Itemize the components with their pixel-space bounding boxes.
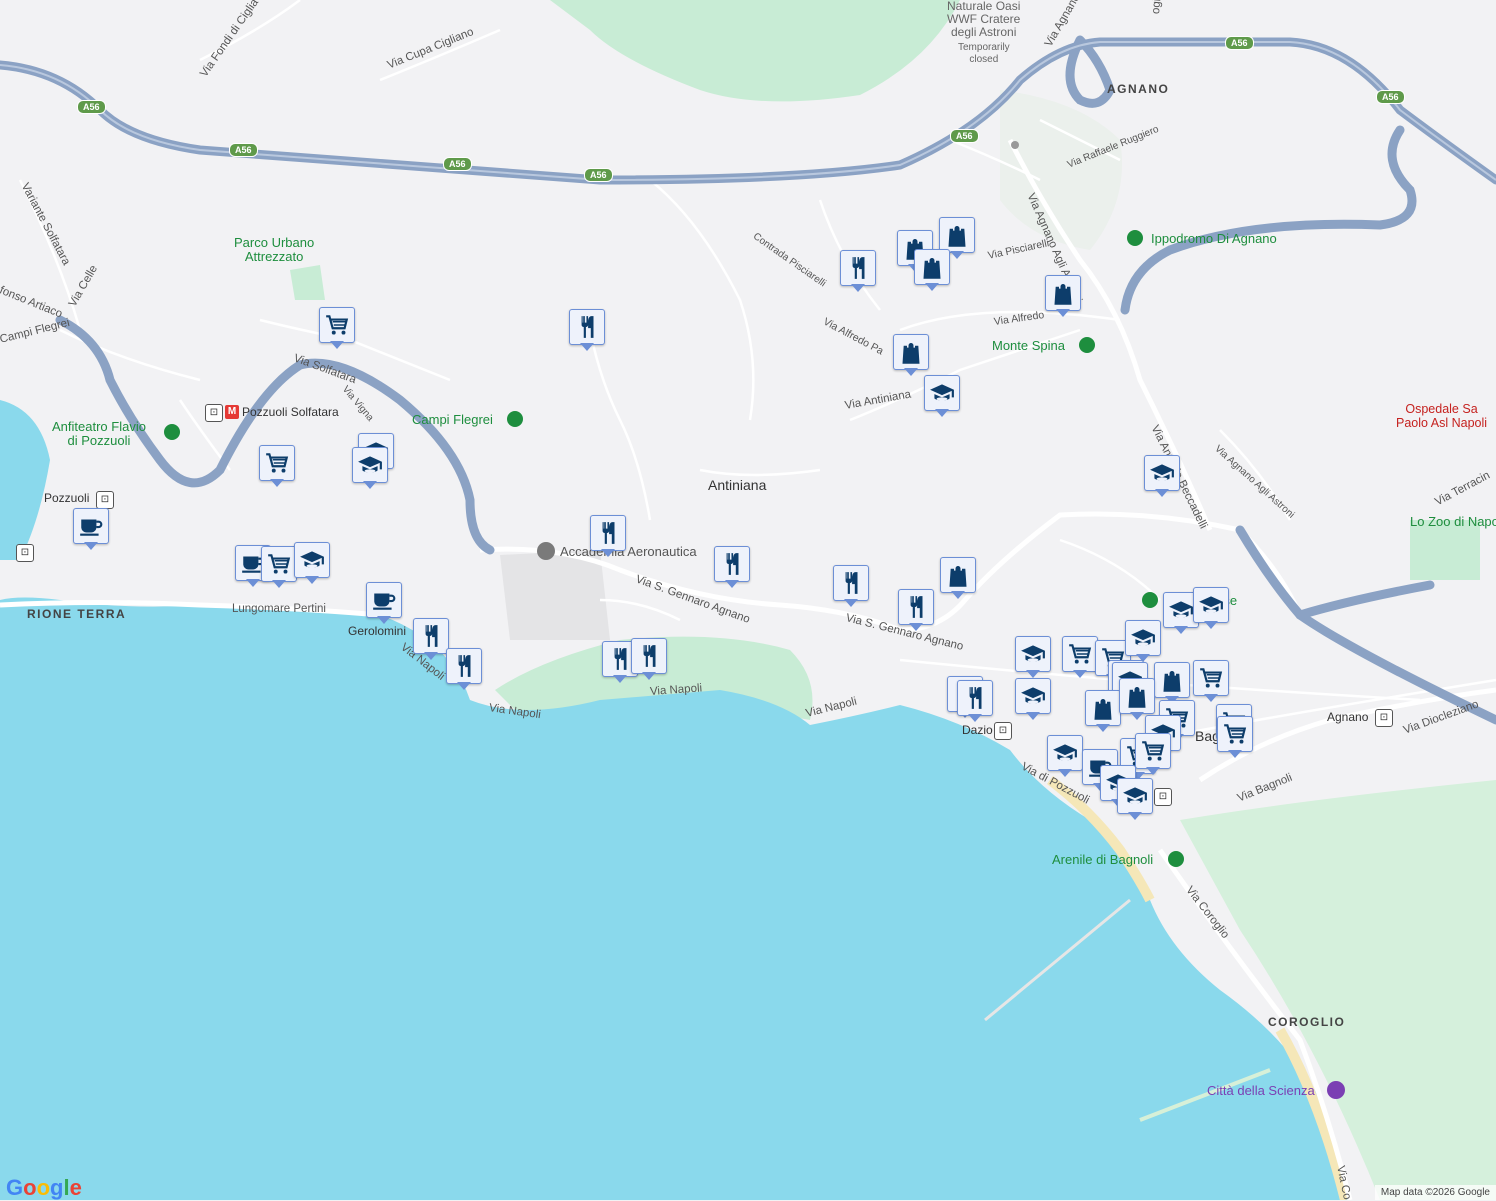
cart-marker-icon[interactable] [1193, 660, 1229, 702]
train-station-icon[interactable]: ⊡ [1154, 788, 1172, 806]
laise-dot [1142, 592, 1158, 608]
school-marker-icon[interactable] [352, 447, 388, 489]
highway-shield: A56 [584, 168, 613, 182]
cart-marker-icon[interactable] [1135, 733, 1171, 775]
shopping-marker-icon[interactable] [940, 557, 976, 599]
cart-marker-icon[interactable] [261, 546, 297, 588]
poi-oasi-status: Temporarily closed [958, 42, 1010, 65]
place-rione-terra[interactable]: RIONE TERRA [27, 607, 126, 621]
anfiteatro-dot [164, 424, 180, 440]
restaurant-marker-icon[interactable] [590, 515, 626, 557]
highway-shield: A56 [1225, 36, 1254, 50]
restaurant-marker-icon[interactable] [631, 638, 667, 680]
cart-marker-icon[interactable] [1062, 636, 1098, 678]
google-logo: Google [6, 1175, 82, 1200]
poi-ippodromo[interactable]: Ippodromo Di Agnano [1151, 231, 1277, 246]
ferry-icon[interactable]: ⊡ [16, 544, 34, 562]
restaurant-marker-icon[interactable] [413, 618, 449, 660]
poi-zoo[interactable]: Lo Zoo di Napo [1410, 514, 1496, 529]
oasi-dot [1011, 141, 1019, 149]
cafe-marker-icon[interactable] [366, 582, 402, 624]
shopping-marker-icon[interactable] [1154, 662, 1190, 704]
train-station-icon[interactable]: ⊡ [994, 722, 1012, 740]
highway-shield: A56 [77, 100, 106, 114]
accademia-dot [537, 542, 555, 560]
monte-spina-dot [1079, 337, 1095, 353]
poi-arenile[interactable]: Arenile di Bagnoli [1052, 852, 1153, 867]
place-pozzuoli[interactable]: Pozzuoli [44, 491, 89, 505]
park-urbano [290, 265, 325, 300]
school-marker-icon[interactable] [1117, 778, 1153, 820]
poi-parco-urbano[interactable]: Parco Urbano Attrezzato [234, 236, 314, 264]
poi-monte-spina[interactable]: Monte Spina [992, 338, 1065, 353]
cart-marker-icon[interactable] [1217, 716, 1253, 758]
shopping-marker-icon[interactable] [1085, 690, 1121, 732]
restaurant-marker-icon[interactable] [833, 565, 869, 607]
restaurant-marker-icon[interactable] [569, 309, 605, 351]
cart-marker-icon[interactable] [259, 445, 295, 487]
train-station-icon[interactable]: ⊡ [205, 404, 223, 422]
citta-scienza-dot [1327, 1081, 1345, 1099]
poi-anfiteatro[interactable]: Anfiteatro Flavio di Pozzuoli [52, 420, 146, 448]
campi-flegrei-dot [507, 411, 523, 427]
school-marker-icon[interactable] [1015, 636, 1051, 678]
restaurant-marker-icon[interactable] [714, 546, 750, 588]
place-gerolomini[interactable]: Gerolomini [348, 624, 406, 638]
restaurant-marker-icon[interactable] [446, 648, 482, 690]
poi-campi-flegrei[interactable]: Campi Flegrei [412, 412, 493, 427]
cart-marker-icon[interactable] [319, 307, 355, 349]
road-lungomare: Lungomare Pertini [232, 603, 326, 615]
shopping-marker-icon[interactable] [893, 334, 929, 376]
arenile-dot [1168, 851, 1184, 867]
airport-zone [500, 550, 610, 640]
restaurant-marker-icon[interactable] [840, 250, 876, 292]
shopping-marker-icon[interactable] [1119, 678, 1155, 720]
shopping-marker-icon[interactable] [914, 249, 950, 291]
poi-accademia[interactable]: Accademia Aeronautica [560, 544, 697, 559]
school-marker-icon[interactable] [1144, 455, 1180, 497]
poi-oasi[interactable]: Naturale Oasi WWF Cratere degli Astroni [947, 0, 1020, 39]
park-zoo [1410, 520, 1480, 580]
school-marker-icon[interactable] [1047, 735, 1083, 777]
road-via-ogia: ogia [1150, 0, 1164, 15]
poi-pozzuoli-solfatara[interactable]: Pozzuoli Solfatara [242, 405, 339, 419]
cafe-marker-icon[interactable] [73, 508, 109, 550]
highway-shield: A56 [950, 129, 979, 143]
place-dazio[interactable]: Dazio [962, 723, 993, 737]
ippodromo-dot [1127, 230, 1143, 246]
train-station-icon[interactable]: ⊡ [96, 491, 114, 509]
highway-shield: A56 [443, 157, 472, 171]
place-agnano[interactable]: AGNANO [1107, 82, 1169, 96]
highway-shield: A56 [1376, 90, 1405, 104]
place-agnano-station[interactable]: Agnano [1327, 710, 1368, 724]
place-coroglio[interactable]: COROGLIO [1268, 1015, 1345, 1029]
restaurant-marker-icon[interactable] [957, 680, 993, 722]
train-station-icon[interactable]: ⊡ [1375, 709, 1393, 727]
highway-shield: A56 [229, 143, 258, 157]
poi-citta-scienza[interactable]: Città della Scienza [1207, 1083, 1315, 1098]
map-attribution[interactable]: Map data ©2026 Google [1374, 1185, 1496, 1200]
metro-icon[interactable]: M [225, 405, 239, 419]
school-marker-icon[interactable] [294, 542, 330, 584]
place-antiniana[interactable]: Antiniana [708, 477, 766, 493]
school-marker-icon[interactable] [924, 375, 960, 417]
restaurant-marker-icon[interactable] [898, 589, 934, 631]
school-marker-icon[interactable] [1125, 620, 1161, 662]
poi-ospedale[interactable]: Ospedale Sa Paolo Asl Napoli [1396, 402, 1487, 430]
school-marker-icon[interactable] [1015, 678, 1051, 720]
shopping-marker-icon[interactable] [1045, 275, 1081, 317]
school-marker-icon[interactable] [1193, 587, 1229, 629]
